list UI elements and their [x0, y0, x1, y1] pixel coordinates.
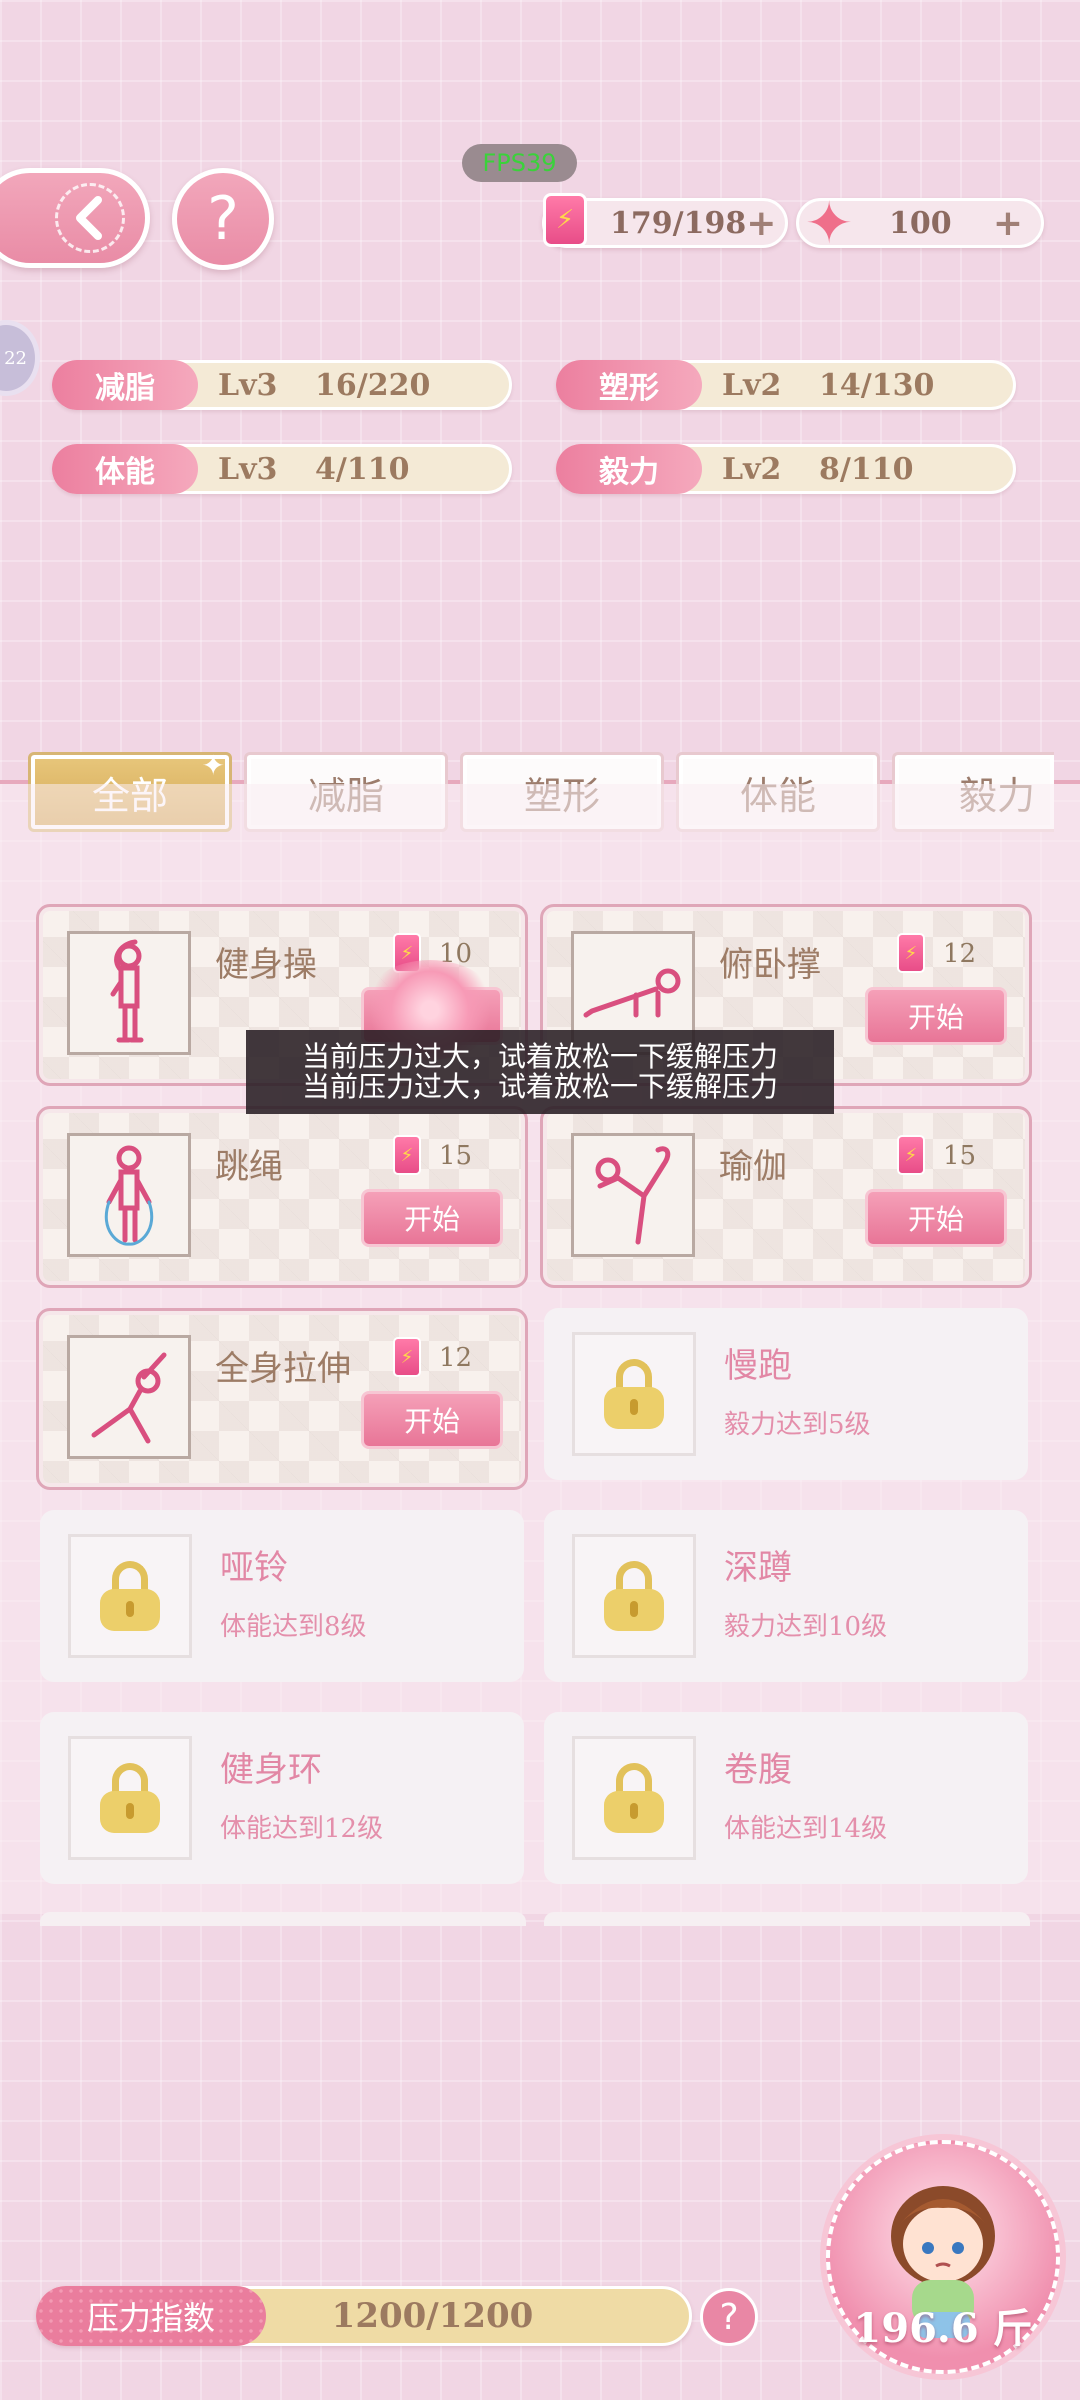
stat-category: 减脂	[52, 360, 198, 410]
stretch-figure-icon	[67, 1335, 191, 1459]
question-icon: ?	[719, 2296, 739, 2338]
exercise-name: 哑铃	[220, 1548, 288, 1588]
exercise-cost: 12	[943, 939, 977, 969]
star-gem-icon: ✦	[804, 189, 854, 257]
unlock-requirement: 毅力达到10级	[724, 1612, 888, 1642]
toast-message: 当前压力过大，试着放松一下缓解压力 当前压力过大，试着放松一下缓解压力	[246, 1030, 834, 1114]
energy-can-icon: ⚡	[897, 1135, 925, 1175]
locked-exercise-card[interactable]: 哑铃 体能达到8级	[40, 1510, 524, 1682]
fps-counter: FPS39	[462, 144, 577, 182]
exercise-card[interactable]: 瑜伽 ⚡ 15 开始	[540, 1106, 1032, 1288]
question-icon: ?	[207, 184, 239, 254]
locked-exercise-card[interactable]: 慢跑 毅力达到5级	[544, 1308, 1028, 1480]
exercise-name: 瑜伽	[719, 1147, 787, 1187]
help-button[interactable]: ?	[172, 168, 274, 270]
pressure-label: 压力指数	[36, 2286, 266, 2346]
unlock-requirement: 体能达到8级	[220, 1612, 367, 1642]
list-item-partial	[544, 1912, 1030, 1926]
unlock-requirement: 体能达到12级	[220, 1814, 384, 1844]
jump-rope-figure-icon	[67, 1133, 191, 1257]
chevron-left-icon	[55, 183, 125, 253]
exercise-name: 健身操	[215, 945, 317, 985]
unlock-requirement: 毅力达到5级	[724, 1410, 871, 1440]
stat-stamina: 体能 Lv3 4/110	[52, 444, 512, 494]
list-item-partial	[40, 1912, 526, 1926]
stat-category: 塑形	[556, 360, 702, 410]
exercise-name: 跳绳	[215, 1147, 283, 1187]
stat-level: Lv2	[722, 451, 782, 487]
energy-counter: ⚡ 179/198 +	[542, 193, 788, 248]
start-button[interactable]: 开始	[865, 987, 1007, 1045]
toast-line: 当前压力过大，试着放松一下缓解压力	[301, 1070, 778, 1103]
add-energy-button[interactable]: +	[746, 203, 776, 244]
energy-can-icon: ⚡	[543, 193, 587, 247]
stat-level: Lv2	[722, 367, 782, 403]
gem-counter: ✦ 100 +	[796, 193, 1044, 253]
add-gem-button[interactable]: +	[993, 203, 1023, 244]
weight-value: 196.6 斤	[853, 2305, 1033, 2352]
pressure-value: 1200/1200	[331, 2296, 534, 2336]
side-level-badge[interactable]: 22	[0, 320, 40, 396]
stat-level: Lv3	[218, 451, 278, 487]
lock-icon	[68, 1534, 192, 1658]
exercise-cost: 15	[943, 1141, 977, 1171]
back-button[interactable]	[0, 168, 150, 268]
exercise-name: 俯卧撑	[719, 945, 821, 985]
sparkle-icon: ✦	[201, 749, 225, 782]
pressure-bar: 压力指数 1200/1200	[36, 2286, 692, 2346]
stat-exp: 4/110	[315, 451, 410, 487]
lock-icon	[572, 1332, 696, 1456]
energy-can-icon: ⚡	[393, 1337, 421, 1377]
gem-value: 100	[889, 205, 952, 241]
exercise-cost: 12	[439, 1343, 473, 1373]
locked-exercise-card[interactable]: 健身环 体能达到12级	[40, 1712, 524, 1884]
energy-can-icon: ⚡	[393, 1135, 421, 1175]
stat-shaping: 塑形 Lv2 14/130	[556, 360, 1016, 410]
pressure-help-button[interactable]: ?	[700, 2288, 758, 2346]
exercise-name: 慢跑	[724, 1346, 792, 1386]
lock-icon	[572, 1534, 696, 1658]
lock-icon	[572, 1736, 696, 1860]
start-button[interactable]: 开始	[361, 1391, 503, 1449]
exercise-cost: 15	[439, 1141, 473, 1171]
stat-level: Lv3	[218, 367, 278, 403]
locked-exercise-card[interactable]: 深蹲 毅力达到10级	[544, 1510, 1028, 1682]
stat-exp: 8/110	[819, 451, 914, 487]
stat-fat-loss: 减脂 Lv3 16/220	[52, 360, 512, 410]
start-button[interactable]: 开始	[361, 1189, 503, 1247]
yoga-figure-icon	[571, 1133, 695, 1257]
toast-line: 当前压力过大，试着放松一下缓解压力	[301, 1040, 778, 1073]
exercise-name: 全身拉伸	[215, 1349, 351, 1389]
exercise-name: 深蹲	[724, 1548, 792, 1588]
stat-exp: 16/220	[315, 367, 431, 403]
stat-category: 毅力	[556, 444, 702, 494]
stat-exp: 14/130	[819, 367, 935, 403]
lock-icon	[68, 1736, 192, 1860]
aerobics-figure-icon	[67, 931, 191, 1055]
exercise-name: 健身环	[220, 1750, 322, 1790]
stat-category: 体能	[52, 444, 198, 494]
locked-exercise-card[interactable]: 卷腹 体能达到14级	[544, 1712, 1028, 1884]
exercise-card[interactable]: 全身拉伸 ⚡ 12 开始	[36, 1308, 528, 1490]
exercise-name: 卷腹	[724, 1750, 792, 1790]
exercise-card[interactable]: 跳绳 ⚡ 15 开始	[36, 1106, 528, 1288]
energy-value: 179/198	[610, 205, 747, 241]
energy-can-icon: ⚡	[897, 933, 925, 973]
start-button[interactable]: 开始	[865, 1189, 1007, 1247]
unlock-requirement: 体能达到14级	[724, 1814, 888, 1844]
stat-willpower: 毅力 Lv2 8/110	[556, 444, 1016, 494]
